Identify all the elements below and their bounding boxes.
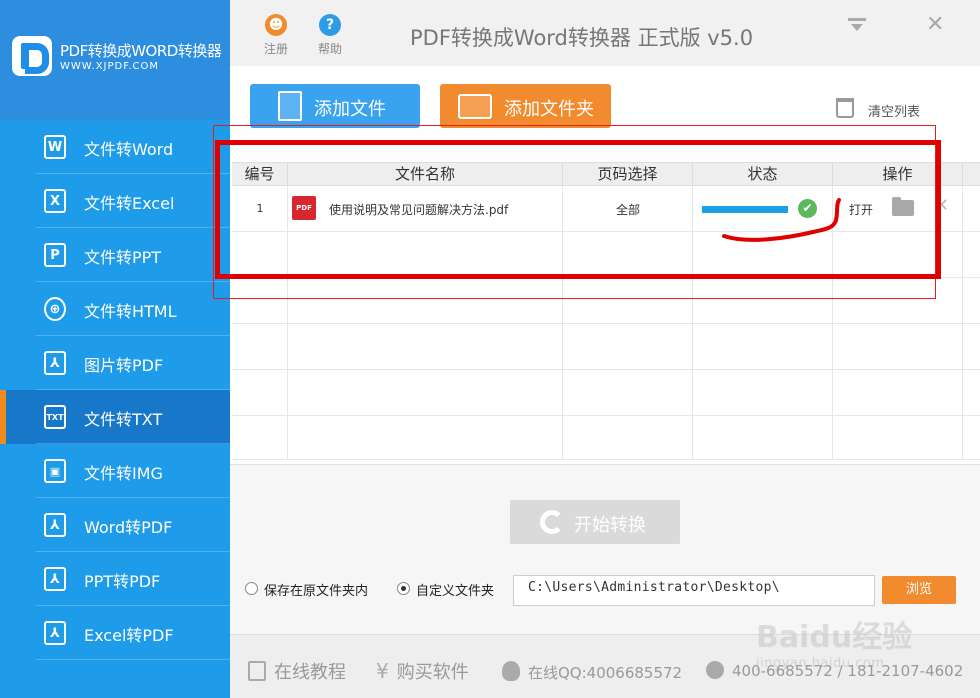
online-qq-link[interactable]: 在线QQ:4006685572 xyxy=(502,661,682,683)
add-folder-label: 添加文件夹 xyxy=(504,99,594,120)
folder-icon xyxy=(458,94,492,119)
sidebar-nav: W 文件转Word X 文件转Excel P 文件转PPT ⊕ 文件转HTML … xyxy=(0,120,230,660)
refresh-icon xyxy=(540,510,564,534)
image-icon: ▣ xyxy=(44,459,66,483)
minimize-icon[interactable] xyxy=(848,18,866,34)
add-folder-button[interactable]: 添加文件夹 xyxy=(440,84,611,128)
qq-icon xyxy=(502,661,520,681)
trash-icon xyxy=(836,98,854,118)
txt-icon: TXT xyxy=(44,405,66,429)
watermark-url: jingyan.baidu.com xyxy=(756,656,885,671)
logo-area: PDF转换成WORD转换器 WWW.XJPDF.COM xyxy=(0,0,230,120)
watermark-brand: Baidu经验 xyxy=(756,620,913,655)
buy-software-label: 购买软件 xyxy=(396,662,469,683)
output-path-input[interactable]: C:\Users\Administrator\Desktop\ xyxy=(513,575,875,606)
sidebar-item-label: Word转PDF xyxy=(84,518,173,537)
sidebar-item-label: 文件转Excel xyxy=(84,194,175,213)
register-label: 注册 xyxy=(263,42,288,56)
sidebar-item-file-to-txt[interactable]: TXT 文件转TXT xyxy=(0,390,230,444)
sidebar-item-word-to-pdf[interactable]: ⅄ Word转PDF xyxy=(0,498,230,552)
close-icon[interactable]: ✕ xyxy=(926,14,944,36)
pdf-icon: ⅄ xyxy=(44,567,66,591)
help-button[interactable]: ? 帮助 xyxy=(310,14,350,57)
sidebar-item-label: Excel转PDF xyxy=(84,626,174,645)
sidebar-item-image-to-pdf[interactable]: ⅄ 图片转PDF xyxy=(0,336,230,390)
table-row xyxy=(232,324,980,370)
sidebar-item-ppt-to-pdf[interactable]: ⅄ PPT转PDF xyxy=(0,552,230,606)
watermark: Baidu经验 jingyan.baidu.com xyxy=(756,612,956,682)
logo-title: PDF转换成WORD转换器 xyxy=(60,42,222,60)
sidebar-item-label: 文件转TXT xyxy=(84,410,163,429)
table-row xyxy=(232,416,980,460)
pdf-icon: ⅄ xyxy=(44,621,66,645)
sidebar: PDF转换成WORD转换器 WWW.XJPDF.COM W 文件转Word X … xyxy=(0,0,230,698)
pdf-icon: ⅄ xyxy=(44,351,66,375)
window-title: PDF转换成Word转换器 正式版 v5.0 xyxy=(410,26,754,50)
start-conversion-button[interactable]: 开始转换 xyxy=(510,500,680,544)
annotation-underline xyxy=(722,198,841,242)
clear-list-label: 清空列表 xyxy=(868,105,921,120)
custom-folder-label[interactable]: 自定义文件夹 xyxy=(416,580,494,599)
document-icon xyxy=(278,91,302,121)
ppt-icon: P xyxy=(44,243,66,267)
sidebar-item-label: 文件转IMG xyxy=(84,464,163,483)
user-icon: ☻ xyxy=(265,14,287,36)
sidebar-item-label: 文件转PPT xyxy=(84,248,162,267)
help-label: 帮助 xyxy=(317,42,342,56)
sidebar-item-label: PPT转PDF xyxy=(84,572,161,591)
app-logo-icon xyxy=(12,36,52,76)
book-icon xyxy=(248,661,266,681)
globe-icon: ⊕ xyxy=(44,297,66,321)
sidebar-item-file-to-img[interactable]: ▣ 文件转IMG xyxy=(0,444,230,498)
excel-icon: X xyxy=(44,189,66,213)
online-qq-label: 在线QQ:4006685572 xyxy=(528,664,683,682)
online-tutorial-link[interactable]: 在线教程 xyxy=(248,658,346,684)
table-row xyxy=(232,370,980,416)
start-conversion-label: 开始转换 xyxy=(574,515,646,536)
register-button[interactable]: ☻ 注册 xyxy=(256,14,296,57)
sidebar-item-file-to-word[interactable]: W 文件转Word xyxy=(0,120,230,174)
browse-button[interactable]: 浏览 xyxy=(882,576,956,604)
save-original-radio[interactable] xyxy=(245,582,258,595)
add-file-button[interactable]: 添加文件 xyxy=(250,84,420,128)
buy-software-link[interactable]: ¥ 购买软件 xyxy=(376,658,469,684)
settings-panel xyxy=(230,464,980,634)
custom-folder-radio[interactable] xyxy=(397,582,410,595)
sidebar-item-label: 图片转PDF xyxy=(84,356,164,375)
logo-site: WWW.XJPDF.COM xyxy=(60,61,160,72)
yen-icon: ¥ xyxy=(376,659,389,683)
sidebar-item-label: 文件转HTML xyxy=(84,302,177,321)
save-original-label[interactable]: 保存在原文件夹内 xyxy=(264,580,368,599)
sidebar-item-label: 文件转Word xyxy=(84,140,174,159)
sidebar-item-excel-to-pdf[interactable]: ⅄ Excel转PDF xyxy=(0,606,230,660)
add-file-label: 添加文件 xyxy=(314,99,386,120)
sidebar-item-file-to-excel[interactable]: X 文件转Excel xyxy=(0,174,230,228)
word-icon: W xyxy=(44,135,66,159)
sidebar-item-file-to-html[interactable]: ⊕ 文件转HTML xyxy=(0,282,230,336)
pdf-icon: ⅄ xyxy=(44,513,66,537)
help-icon: ? xyxy=(319,14,341,36)
online-tutorial-label: 在线教程 xyxy=(274,662,346,683)
sidebar-item-file-to-ppt[interactable]: P 文件转PPT xyxy=(0,228,230,282)
phone-icon xyxy=(706,661,724,679)
title-bar: ☻ 注册 ? 帮助 PDF转换成Word转换器 正式版 v5.0 ✕ xyxy=(230,0,980,66)
